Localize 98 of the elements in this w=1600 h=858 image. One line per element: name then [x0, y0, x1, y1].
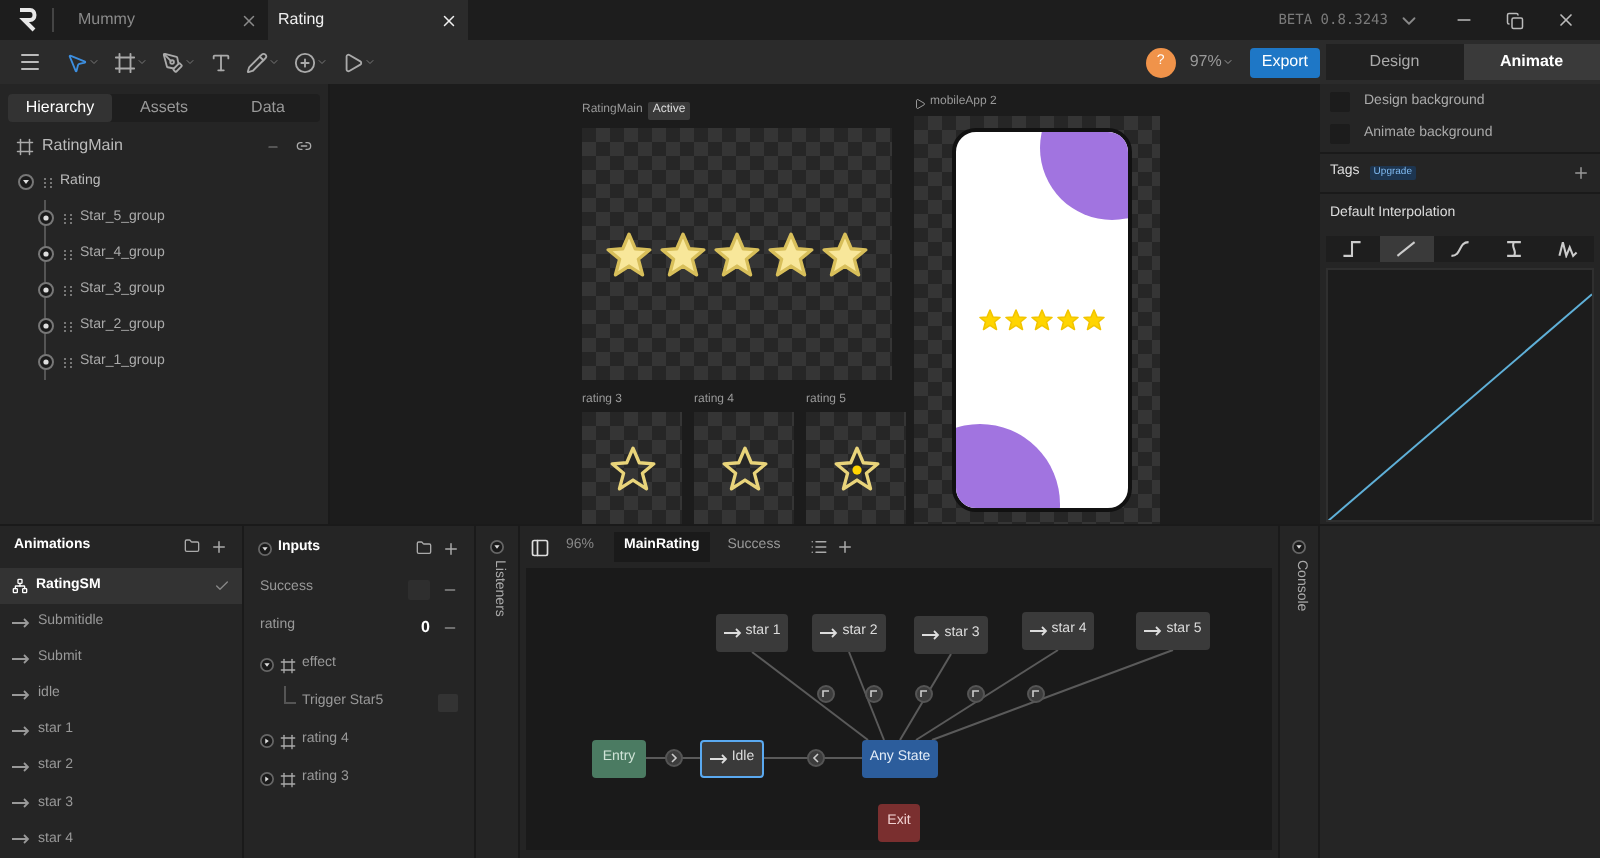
- add-icon[interactable]: [210, 537, 228, 556]
- star-icon: [712, 229, 762, 279]
- arrow-icon: [922, 630, 941, 640]
- grip-icon: [64, 249, 72, 259]
- star-icon: [831, 443, 881, 493]
- connector-line: [763, 757, 863, 759]
- add-icon[interactable]: [836, 538, 855, 556]
- star-icon: [658, 229, 708, 279]
- interpolation-button[interactable]: [1379, 235, 1434, 261]
- spring-curve-icon: [1555, 239, 1580, 257]
- panel-tab[interactable]: Data: [216, 94, 320, 122]
- close-icon[interactable]: [240, 11, 258, 29]
- add-icon[interactable]: [442, 539, 460, 557]
- grip-icon: [44, 177, 52, 187]
- transition-icon[interactable]: [665, 749, 683, 767]
- close-icon[interactable]: [1556, 10, 1576, 30]
- collapse-icon[interactable]: [490, 540, 504, 554]
- star-icon: [607, 443, 657, 493]
- transition-icon[interactable]: [865, 685, 883, 703]
- star-icon: [1030, 308, 1054, 332]
- list-icon[interactable]: [810, 538, 829, 556]
- frame-tool-button[interactable]: [114, 51, 148, 73]
- collapse-icon[interactable]: [1292, 540, 1306, 554]
- artboard-name[interactable]: RatingMain: [42, 134, 266, 158]
- panel-toggle-icon[interactable]: [530, 537, 550, 557]
- link-icon[interactable]: [296, 138, 312, 154]
- star-icon: [1004, 308, 1028, 332]
- transition-icon[interactable]: [915, 685, 933, 703]
- mode-tab[interactable]: Design: [1326, 44, 1463, 80]
- arrow-icon: [12, 653, 30, 664]
- star-icon: [978, 308, 1002, 332]
- visibility-toggle-icon[interactable]: [38, 246, 54, 262]
- step-curve-icon: [1340, 239, 1365, 257]
- restore-icon[interactable]: [1506, 12, 1524, 30]
- visibility-toggle-icon[interactable]: [38, 318, 54, 334]
- export-button[interactable]: Export: [1249, 47, 1320, 77]
- transition-icon[interactable]: [1027, 685, 1045, 703]
- grip-icon: [64, 285, 72, 295]
- state-machine-icon: [12, 578, 28, 595]
- arrow-icon: [820, 628, 839, 638]
- mode-tab[interactable]: Animate: [1463, 44, 1600, 80]
- connector-line: [645, 757, 701, 759]
- collapse-icon[interactable]: [260, 658, 274, 672]
- arrow-icon: [1029, 626, 1048, 636]
- logo-icon: [18, 8, 38, 32]
- text-tool-button[interactable]: [210, 51, 232, 73]
- expand-icon[interactable]: [260, 734, 274, 748]
- linear-curve-icon: [1394, 239, 1419, 257]
- layer-icon: [280, 771, 296, 787]
- collapse-icon[interactable]: [18, 174, 34, 190]
- play-icon: [914, 97, 926, 109]
- star-icon: [719, 443, 769, 493]
- zoom-dropdown[interactable]: 97%: [1189, 50, 1234, 74]
- pointer-tool-button[interactable]: [66, 51, 100, 73]
- frame-icon: [16, 137, 34, 155]
- visibility-toggle-icon[interactable]: [38, 282, 54, 298]
- add-icon[interactable]: [1572, 164, 1590, 182]
- pencil-tool-button[interactable]: [246, 51, 280, 73]
- grip-icon: [64, 213, 72, 223]
- cubic-curve-icon: [1447, 239, 1472, 257]
- star-icon: [604, 229, 654, 279]
- grip-icon: [64, 357, 72, 367]
- arrow-icon: [723, 628, 742, 638]
- collapse-icon[interactable]: [258, 541, 272, 555]
- star-icon: [1082, 308, 1106, 332]
- expand-icon[interactable]: [260, 772, 274, 786]
- star-icon: [820, 229, 870, 279]
- panel-tab[interactable]: Assets: [112, 94, 216, 122]
- folder-icon[interactable]: [184, 538, 200, 555]
- visibility-toggle-icon[interactable]: [38, 354, 54, 370]
- layer-icon: [280, 657, 296, 673]
- number-value[interactable]: 0: [421, 615, 430, 639]
- pen-tool-button[interactable]: [162, 51, 196, 73]
- arrow-icon: [12, 617, 30, 628]
- elastic-curve-icon: [1501, 239, 1526, 257]
- arrow-icon: [12, 689, 30, 700]
- grip-icon: [64, 321, 72, 331]
- arrow-icon: [709, 754, 728, 764]
- arrow-icon: [12, 726, 30, 737]
- folder-icon[interactable]: [416, 540, 432, 556]
- star-icon: [1056, 308, 1080, 332]
- file-tab[interactable]: Mummy: [68, 0, 268, 40]
- transition-icon[interactable]: [817, 685, 835, 703]
- arrow-icon: [12, 762, 30, 773]
- transition-icon[interactable]: [967, 685, 985, 703]
- check-icon: [214, 578, 230, 595]
- file-tab[interactable]: Rating: [268, 0, 468, 40]
- add-tool-button[interactable]: [294, 51, 328, 73]
- play-tool-button[interactable]: [342, 51, 376, 73]
- star-icon: [766, 229, 816, 279]
- layer-icon: [280, 733, 296, 749]
- transition-icon[interactable]: [807, 749, 825, 767]
- arrow-icon: [1144, 626, 1163, 636]
- visibility-toggle-icon[interactable]: [38, 210, 54, 226]
- menu-icon[interactable]: [18, 50, 42, 74]
- arrow-icon: [12, 834, 30, 845]
- panel-tab[interactable]: Hierarchy: [8, 94, 112, 122]
- arrow-icon: [12, 798, 30, 809]
